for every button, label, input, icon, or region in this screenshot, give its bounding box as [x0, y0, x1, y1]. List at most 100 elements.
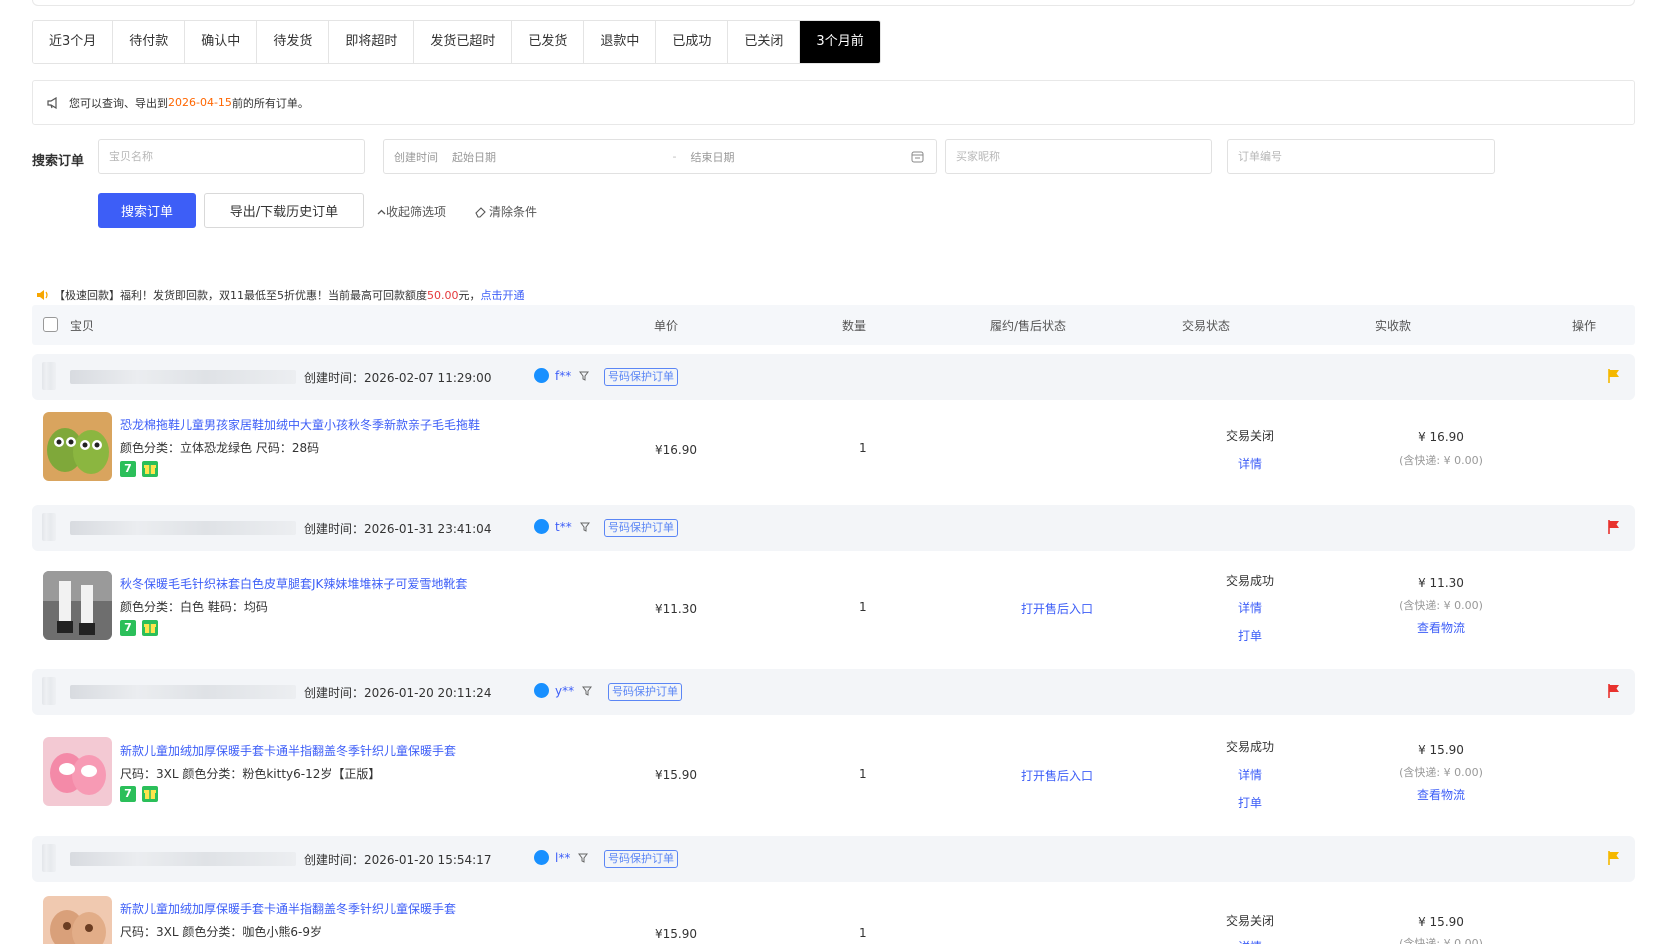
product-image[interactable]: [43, 412, 112, 481]
order-header: 创建时间：2026-01-20 15:54:17 l** 号码保护订单: [32, 836, 1635, 882]
end-date-field[interactable]: 结束日期: [690, 149, 734, 165]
tab-recent-3-months[interactable]: 近3个月: [33, 21, 114, 63]
tab-refunding[interactable]: 退款中: [584, 21, 657, 63]
order-checkbox-blurred[interactable]: [42, 844, 56, 872]
filter-icon[interactable]: [578, 853, 589, 863]
collapse-filters-label: 收起筛选项: [386, 205, 447, 219]
col-received: 实收款: [1375, 319, 1412, 333]
col-trade-status: 交易状态: [1182, 319, 1231, 333]
order-created-time: 创建时间：2026-02-07 11:29:00: [304, 371, 492, 385]
product-spec: 颜色分类：立体恐龙绿色 尺码：28码: [120, 441, 320, 455]
notice-date: 2026-04-15: [168, 96, 232, 109]
item-name-input[interactable]: [98, 139, 365, 174]
select-all-checkbox[interactable]: [43, 317, 58, 332]
col-quantity: 数量: [842, 319, 867, 333]
buyer-nickname: f**: [555, 368, 572, 383]
view-logistics-link[interactable]: 查看物流: [1417, 619, 1465, 636]
shipping-fee: (含快递: ¥ 0.00): [1399, 454, 1483, 467]
order-number-blurred: [70, 852, 296, 866]
unit-price: ¥15.90: [655, 768, 697, 782]
notice-prefix: 您可以查询、导出到: [69, 96, 168, 110]
seven-day-return-icon: 7: [120, 786, 136, 802]
product-title[interactable]: 新款儿童加绒加厚保暖手套卡通半指翻盖冬季针织儿童保暖手套: [120, 900, 456, 917]
order-header: 创建时间：2026-01-31 23:41:04 t** 号码保护订单: [32, 505, 1635, 551]
tab-shipped[interactable]: 已发货: [512, 21, 585, 63]
seven-day-return-icon: 7: [120, 620, 136, 636]
buyer-nickname: y**: [555, 683, 575, 698]
order-checkbox-blurred[interactable]: [42, 677, 56, 705]
filter-icon[interactable]: [582, 686, 593, 696]
quantity: 1: [859, 441, 867, 455]
order-number-blurred: [70, 370, 296, 384]
tab-pending-payment[interactable]: 待付款: [113, 21, 186, 63]
chevron-up-icon: [377, 209, 386, 214]
flag-icon[interactable]: [1607, 850, 1621, 866]
promo-activate-link[interactable]: 点击开通: [481, 287, 525, 303]
product-title[interactable]: 新款儿童加绒加厚保暖手套卡通半指翻盖冬季针织儿童保暖手套: [120, 742, 456, 759]
fast-payment-promo: 【极速回款】福利！发货即回款，双11最低至5折优惠！当前最高可回款额度 50.0…: [36, 287, 525, 303]
flag-icon[interactable]: [1607, 683, 1621, 699]
order-created-time: 创建时间：2026-01-20 20:11:24: [304, 686, 492, 700]
buyer-info[interactable]: l**: [534, 850, 589, 865]
announcement-icon: [47, 96, 57, 109]
quantity: 1: [859, 600, 867, 614]
order-checkbox-blurred[interactable]: [42, 513, 56, 541]
clear-conditions-link[interactable]: 清除条件: [474, 203, 537, 220]
product-title[interactable]: 恐龙棉拖鞋儿童男孩家居鞋加绒中大童小孩秋冬季新款亲子毛毛拖鞋: [120, 416, 480, 433]
buyer-nickname: t**: [555, 519, 572, 534]
tab-ship-timeout[interactable]: 发货已超时: [414, 21, 513, 63]
order-detail-link[interactable]: 详情: [1238, 599, 1262, 616]
order-number-input[interactable]: [1227, 139, 1495, 174]
filter-icon[interactable]: [579, 522, 590, 532]
received-amount: ¥ 15.90: [1418, 743, 1464, 757]
order-checkbox-blurred[interactable]: [42, 362, 56, 390]
chat-icon[interactable]: [534, 850, 549, 865]
export-history-button[interactable]: 导出/下载历史订单: [204, 193, 364, 228]
product-image[interactable]: [43, 571, 112, 640]
calendar-icon[interactable]: [911, 150, 924, 163]
tab-over-3-months[interactable]: 3个月前: [800, 21, 880, 63]
tab-confirming[interactable]: 确认中: [185, 21, 258, 63]
chat-icon[interactable]: [534, 368, 549, 383]
collapse-filters-link[interactable]: 收起筛选项: [377, 203, 446, 220]
order-number-blurred: [70, 685, 296, 699]
order-number-blurred: [70, 521, 296, 535]
tab-closed[interactable]: 已关闭: [728, 21, 801, 63]
after-sale-entry-link[interactable]: 打开售后入口: [1021, 767, 1093, 784]
created-time-range[interactable]: 创建时间 起始日期 - 结束日期: [383, 139, 937, 174]
tab-success[interactable]: 已成功: [656, 21, 729, 63]
print-order-link[interactable]: 打单: [1238, 794, 1262, 811]
buyer-info[interactable]: y**: [534, 683, 593, 698]
export-notice: 您可以查询、导出到 2026-04-15 前的所有订单。: [32, 80, 1635, 125]
gift-icon: [142, 786, 158, 802]
filter-icon[interactable]: [579, 371, 590, 381]
buyer-info[interactable]: f**: [534, 368, 590, 383]
buyer-nickname-input[interactable]: [945, 139, 1212, 174]
after-sale-entry-link[interactable]: 打开售后入口: [1021, 600, 1093, 617]
order-detail-link[interactable]: 详情: [1238, 455, 1262, 472]
order-detail-link[interactable]: 详情: [1238, 938, 1262, 944]
order-header: 创建时间：2026-01-20 20:11:24 y** 号码保护订单: [32, 669, 1635, 715]
product-title[interactable]: 秋冬保暖毛毛针织袜套白色皮草腿套JK辣妹堆堆袜子可爱雪地靴套: [120, 575, 467, 592]
start-date-field[interactable]: 起始日期: [452, 149, 496, 165]
order-detail-link[interactable]: 详情: [1238, 766, 1262, 783]
unit-price: ¥11.30: [655, 602, 697, 616]
product-image[interactable]: [43, 896, 112, 944]
flag-icon[interactable]: [1607, 368, 1621, 384]
col-item: 宝贝: [70, 319, 95, 333]
tab-to-ship[interactable]: 待发货: [257, 21, 330, 63]
shipping-fee: (含快递: ¥ 0.00): [1399, 937, 1483, 944]
flag-icon[interactable]: [1607, 519, 1621, 535]
buyer-info[interactable]: t**: [534, 519, 590, 534]
trade-status: 交易成功: [1225, 740, 1275, 754]
clear-conditions-label: 清除条件: [489, 205, 538, 219]
search-orders-button[interactable]: 搜索订单: [98, 193, 196, 228]
megaphone-icon: [37, 290, 48, 300]
chat-icon[interactable]: [534, 683, 549, 698]
tab-near-timeout[interactable]: 即将超时: [329, 21, 415, 63]
product-image[interactable]: [43, 737, 112, 806]
promo-text: 【极速回款】福利！发货即回款，双11最低至5折优惠！当前最高可回款额度: [54, 289, 427, 302]
view-logistics-link[interactable]: 查看物流: [1417, 786, 1465, 803]
print-order-link[interactable]: 打单: [1238, 627, 1262, 644]
chat-icon[interactable]: [534, 519, 549, 534]
